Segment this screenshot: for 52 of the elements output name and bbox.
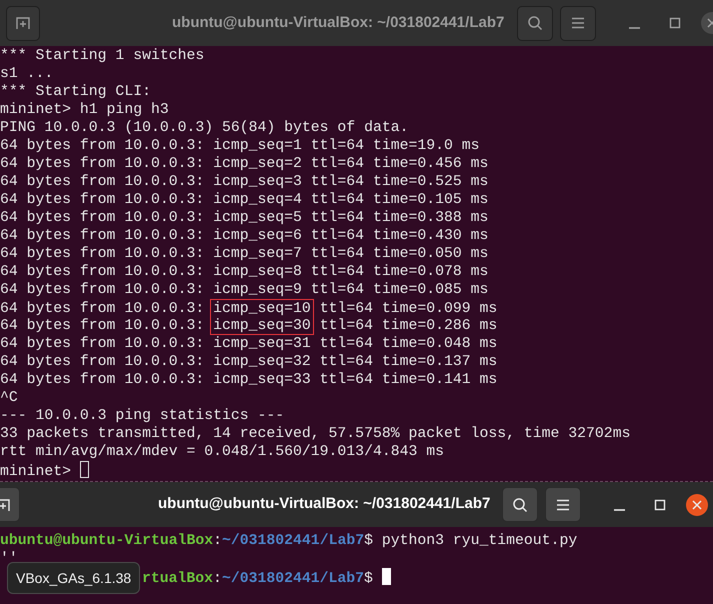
menu-icon	[571, 17, 585, 29]
window-title: ubuntu@ubuntu-VirtualBox: ~/031802441/Lab7	[158, 495, 490, 513]
output-text: 64 bytes from 10.0.0.3:	[0, 301, 206, 317]
window-title: ubuntu@ubuntu-VirtualBox: ~/031802441/Lab7	[172, 14, 504, 32]
output-line: --- 10.0.0.3 ping statistics ---	[0, 408, 284, 424]
output-text: 64 bytes from 10.0.0.3:	[0, 318, 206, 334]
output-line: 64 bytes from 10.0.0.3: icmp_seq=4 ttl=64 time=0.105 ms	[0, 192, 488, 208]
minimize-icon	[628, 27, 640, 29]
menu-icon	[556, 498, 570, 510]
search-icon	[527, 15, 543, 31]
search-button[interactable]	[502, 487, 538, 522]
close-icon	[692, 500, 702, 510]
output-line: ^C	[0, 390, 18, 406]
output-line: s1 ...	[0, 66, 54, 82]
minimize-icon	[614, 508, 624, 510]
output-line: 64 bytes from 10.0.0.3: icmp_seq=31 ttl=64 time=0.048 ms	[0, 336, 498, 352]
output-line: 64 bytes from 10.0.0.3: icmp_seq=32 ttl=64 time=0.137 ms	[0, 354, 498, 370]
output-line: 64 bytes from 10.0.0.3: icmp_seq=6 ttl=64 time=0.430 ms	[0, 228, 488, 244]
highlighted-text: icmp_seq=10	[210, 299, 314, 317]
search-icon	[512, 496, 528, 512]
output-line: 33 packets transmitted, 14 received, 57.5758% packet loss, time 32702ms	[0, 426, 630, 442]
output-text: :	[213, 533, 222, 549]
maximize-icon	[654, 498, 666, 510]
tooltip: VBox_GAs_6.1.38	[7, 562, 140, 594]
output-line: 64 bytes from 10.0.0.3: icmp_seq=7 ttl=64 time=0.050 ms	[0, 246, 488, 262]
output-text: $ python3 ryu_timeout.py	[364, 533, 578, 549]
output-line: *** Starting CLI:	[0, 84, 151, 100]
output-line: 64 bytes from 10.0.0.3: icmp_seq=8 ttl=64 time=0.078 ms	[0, 264, 488, 280]
output-line: 64 bytes from 10.0.0.3: icmp_seq=3 ttl=64 time=0.525 ms	[0, 174, 488, 190]
output-line: 64 bytes from 10.0.0.3: icmp_seq=5 ttl=64 time=0.388 ms	[0, 210, 488, 226]
output-line: *** Starting 1 switches	[0, 48, 204, 64]
prompt-user: ubuntu@ubuntu-VirtualBox	[0, 533, 214, 549]
prompt-user: rtualBox	[142, 571, 214, 587]
prompt-path: ~/031802441/Lab7	[222, 571, 364, 587]
output-line: rtt min/avg/max/mdev = 0.048/1.560/19.013/4.843 ms	[0, 444, 444, 460]
output-text: $	[364, 571, 374, 587]
output-line: mininet> h1 ping h3	[0, 102, 169, 118]
maximize-icon	[669, 17, 681, 29]
output-line: 64 bytes from 10.0.0.3: icmp_seq=2 ttl=64 time=0.456 ms	[0, 156, 488, 172]
new-tab-icon	[15, 15, 31, 31]
output-text: ttl=64 time=0.099 ms	[318, 301, 498, 317]
output-line: 64 bytes from 10.0.0.3: icmp_seq=1 ttl=64 time=19.0 ms	[0, 138, 480, 154]
output-text: ttl=64 time=0.286 ms	[318, 318, 498, 334]
menu-button[interactable]	[545, 487, 581, 522]
output-line: 64 bytes from 10.0.0.3: icmp_seq=9 ttl=64 time=0.085 ms	[0, 282, 488, 298]
output-line: 64 bytes from 10.0.0.3: icmp_seq=33 ttl=64 time=0.141 ms	[0, 372, 498, 388]
highlighted-text: icmp_seq=30	[210, 317, 314, 335]
output-text: :	[213, 571, 222, 587]
output-line: PING 10.0.0.3 (10.0.0.3) 56(84) bytes of data.	[0, 120, 408, 136]
output-line: mininet>	[0, 464, 72, 480]
close-button[interactable]	[686, 494, 708, 516]
prompt-path: ~/031802441/Lab7	[222, 533, 364, 549]
